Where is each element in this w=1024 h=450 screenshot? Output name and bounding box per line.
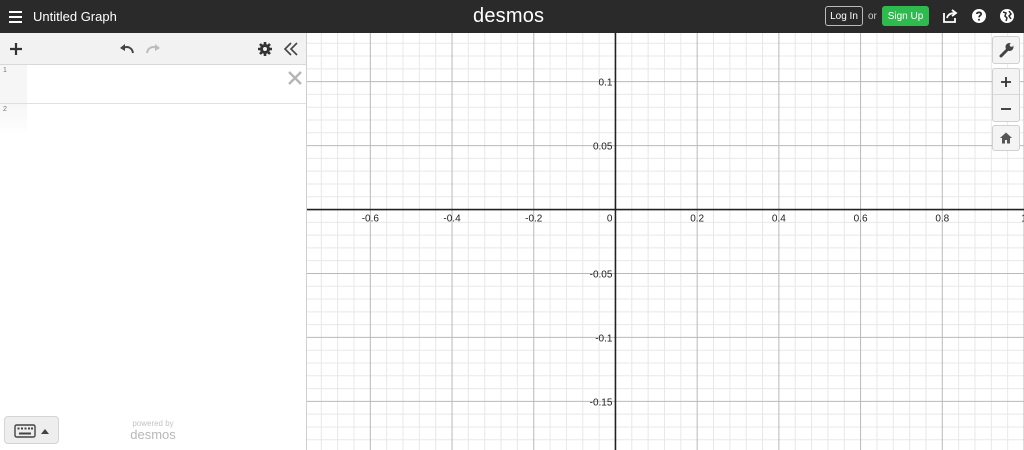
graph-settings-button[interactable] xyxy=(992,36,1020,64)
zoom-in-button[interactable] xyxy=(993,69,1019,95)
x-tick-labels: -0.6-0.4-0.200.20.40.60.81 xyxy=(362,214,1024,225)
expression-tab[interactable]: 1 xyxy=(0,65,27,103)
double-chevron-left-icon[interactable] xyxy=(282,40,300,58)
x-tick-label: 0.2 xyxy=(690,214,704,225)
plus-icon[interactable] xyxy=(7,40,25,58)
y-tick-label: -0.05 xyxy=(590,269,613,280)
close-icon[interactable] xyxy=(286,69,304,87)
minor-gridlines xyxy=(307,33,1024,450)
log-in-button[interactable]: Log In xyxy=(825,6,863,26)
expression-row[interactable]: 1 xyxy=(0,65,306,104)
zoom-out-icon xyxy=(1001,108,1011,110)
y-tick-label: 0.1 xyxy=(599,78,613,89)
expression-tab[interactable]: 2 xyxy=(0,104,27,136)
axes xyxy=(307,33,1024,450)
graph-title[interactable]: Untitled Graph xyxy=(33,9,117,24)
hamburger-menu-icon[interactable] xyxy=(6,6,26,26)
default-viewport-button[interactable] xyxy=(992,125,1020,151)
expression-input[interactable] xyxy=(27,65,277,103)
sign-up-button[interactable]: Sign Up xyxy=(882,6,929,26)
powered-by-desmos: powered by desmos xyxy=(120,419,186,442)
powered-by-logo: desmos xyxy=(130,427,176,442)
zoom-controls xyxy=(992,68,1020,122)
expression-toolbar xyxy=(0,33,306,65)
x-tick-label: -0.4 xyxy=(443,214,461,225)
graph-canvas[interactable]: -0.6-0.4-0.200.20.40.60.81 0.10.05-0.05-… xyxy=(307,33,1024,450)
globe-icon[interactable] xyxy=(998,7,1016,25)
y-tick-labels: 0.1 0.05 -0.05 -0.1 -0.15 xyxy=(590,78,613,409)
x-tick-label: -0.2 xyxy=(525,214,543,225)
help-icon[interactable] xyxy=(970,7,988,25)
y-tick-label: -0.15 xyxy=(590,397,613,408)
expression-panel: 1 2 powered by desmos xyxy=(0,33,307,450)
share-icon[interactable] xyxy=(941,7,959,25)
y-tick-label: -0.1 xyxy=(595,333,613,344)
graph-area[interactable]: -0.6-0.4-0.200.20.40.60.81 0.10.05-0.05-… xyxy=(307,33,1024,450)
wrench-icon xyxy=(999,43,1014,58)
redo-icon[interactable] xyxy=(144,40,162,58)
expression-list: 1 2 xyxy=(0,65,306,136)
expression-row[interactable]: 2 xyxy=(0,104,306,136)
desmos-logo: desmos xyxy=(473,5,545,27)
x-tick-label: 0.8 xyxy=(935,214,949,225)
zoom-out-button[interactable] xyxy=(993,96,1019,122)
gear-icon[interactable] xyxy=(256,40,274,58)
expression-input[interactable] xyxy=(27,104,277,136)
x-tick-label: 0.4 xyxy=(772,214,786,225)
expression-index: 1 xyxy=(3,67,7,74)
zoom-in-icon xyxy=(1001,77,1011,87)
undo-icon[interactable] xyxy=(118,40,136,58)
major-gridlines xyxy=(307,33,1024,450)
top-bar: Untitled Graph desmos Log In or Sign Up xyxy=(0,0,1024,33)
x-tick-label: 0 xyxy=(607,214,613,225)
x-tick-label: 0.6 xyxy=(854,214,868,225)
x-tick-label: -0.6 xyxy=(362,214,380,225)
home-icon xyxy=(1000,132,1012,144)
y-tick-label: 0.05 xyxy=(593,142,613,153)
keypad-toggle-button[interactable] xyxy=(4,416,59,444)
keyboard-icon xyxy=(14,424,49,438)
expression-index: 2 xyxy=(3,106,7,113)
or-separator: or xyxy=(868,11,877,22)
